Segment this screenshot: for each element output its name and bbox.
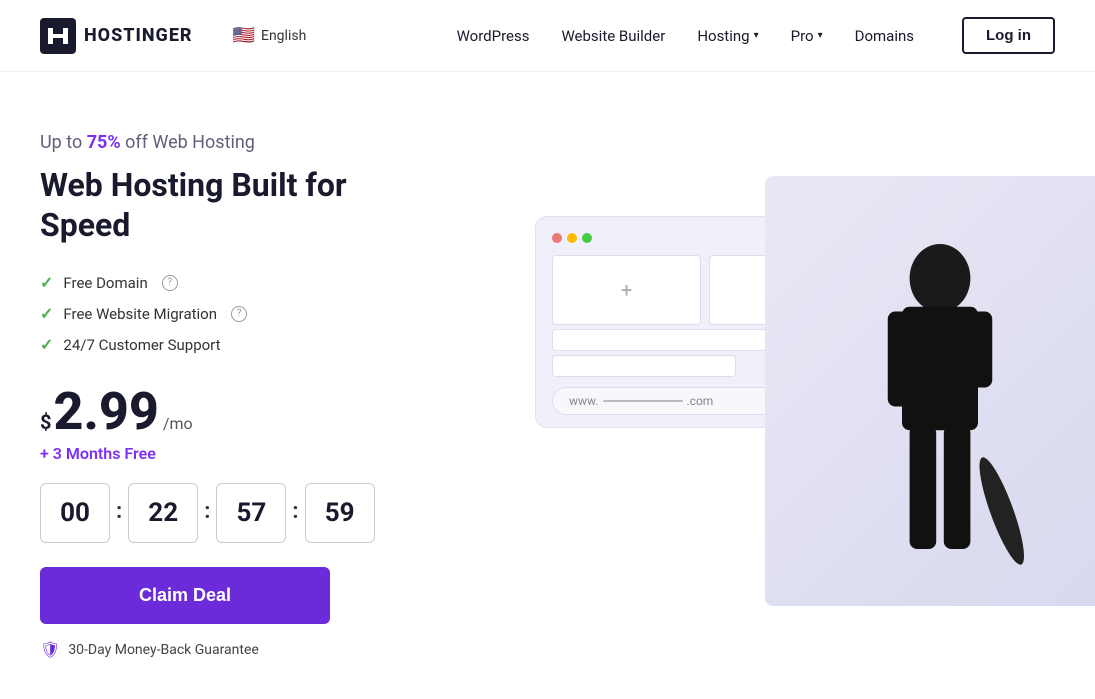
- illustration-bg: + + www. .com: [535, 196, 1055, 596]
- feature-migration: ✓ Free Website Migration ?: [40, 304, 420, 323]
- nav-website-builder[interactable]: Website Builder: [561, 27, 665, 45]
- nav-hosting[interactable]: Hosting ▾: [697, 27, 758, 45]
- hero-left: Up to 75% off Web Hosting Web Hosting Bu…: [40, 132, 420, 659]
- nav-pro[interactable]: Pro ▾: [791, 27, 823, 45]
- feature-label: Free Website Migration: [63, 305, 217, 323]
- check-icon: ✓: [40, 304, 53, 323]
- timer-separator: :: [204, 499, 210, 524]
- feature-free-domain: ✓ Free Domain ?: [40, 273, 420, 292]
- price-dollar: $: [40, 410, 51, 434]
- hero-section: Up to 75% off Web Hosting Web Hosting Bu…: [0, 72, 1095, 699]
- promo-prefix: Up to: [40, 132, 87, 153]
- logo-text: HOSTINGER: [84, 25, 193, 46]
- timer-seconds: 57: [216, 483, 286, 543]
- mock-bar-short: [552, 355, 736, 377]
- login-button[interactable]: Log in: [962, 17, 1055, 54]
- hostinger-logo-icon: [40, 18, 76, 54]
- url-line: [603, 400, 683, 402]
- feature-list: ✓ Free Domain ? ✓ Free Website Migration…: [40, 273, 420, 354]
- guarantee-text: 30-Day Money-Back Guarantee: [68, 642, 259, 658]
- claim-deal-button[interactable]: Claim Deal: [40, 567, 330, 624]
- price-row: $ 2.99 /mo: [40, 386, 420, 438]
- promo-suffix: off Web Hosting: [121, 132, 255, 153]
- chevron-down-icon: ▾: [754, 30, 759, 41]
- navbar: HOSTINGER 🇺🇸 English WordPress Website B…: [0, 0, 1095, 72]
- info-icon[interactable]: ?: [231, 306, 247, 322]
- flag-icon: 🇺🇸: [233, 25, 255, 46]
- check-icon: ✓: [40, 335, 53, 354]
- mock-card-1: +: [552, 255, 701, 325]
- guarantee-row: 🛡 30-Day Money-Back Guarantee: [40, 640, 420, 659]
- price-mo: /mo: [163, 414, 193, 433]
- shield-icon: 🛡: [40, 640, 60, 659]
- lang-label: English: [261, 28, 306, 44]
- timer-minutes: 22: [128, 483, 198, 543]
- timer-separator: :: [292, 499, 298, 524]
- feature-label: 24/7 Customer Support: [63, 336, 220, 354]
- browser-dot-yellow: [567, 233, 577, 243]
- plus-icon: +: [621, 278, 632, 302]
- countdown-timer: 00 : 22 : 57 : 59: [40, 483, 420, 543]
- nav-links: WordPress Website Builder Hosting ▾ Pro …: [457, 17, 1055, 54]
- check-icon: ✓: [40, 273, 53, 292]
- promo-line: Up to 75% off Web Hosting: [40, 132, 420, 153]
- timer-hours: 00: [40, 483, 110, 543]
- nav-wordpress[interactable]: WordPress: [457, 27, 530, 45]
- chevron-down-icon: ▾: [818, 30, 823, 41]
- browser-dot-red: [552, 233, 562, 243]
- browser-dot-green: [582, 233, 592, 243]
- hero-title: Web Hosting Built for Speed: [40, 165, 420, 245]
- logo[interactable]: HOSTINGER: [40, 18, 193, 54]
- info-icon[interactable]: ?: [162, 275, 178, 291]
- feature-support: ✓ 24/7 Customer Support: [40, 335, 420, 354]
- url-prefix: www.: [569, 394, 599, 408]
- person-bg: [765, 176, 1095, 606]
- language-selector[interactable]: 🇺🇸 English: [233, 25, 307, 46]
- timer-ms: 59: [305, 483, 375, 543]
- promo-percent: 75%: [87, 132, 121, 153]
- price-section: $ 2.99 /mo + 3 Months Free: [40, 386, 420, 463]
- url-suffix: .com: [687, 394, 714, 408]
- bonus-months: + 3 Months Free: [40, 444, 420, 463]
- feature-label: Free Domain: [63, 274, 147, 292]
- price-main: 2.99: [53, 386, 158, 438]
- timer-separator: :: [116, 499, 122, 524]
- hero-right: + + www. .com: [460, 186, 1055, 606]
- person-svg: [830, 226, 1050, 606]
- nav-domains[interactable]: Domains: [855, 27, 914, 45]
- hero-person-image: [765, 176, 1095, 606]
